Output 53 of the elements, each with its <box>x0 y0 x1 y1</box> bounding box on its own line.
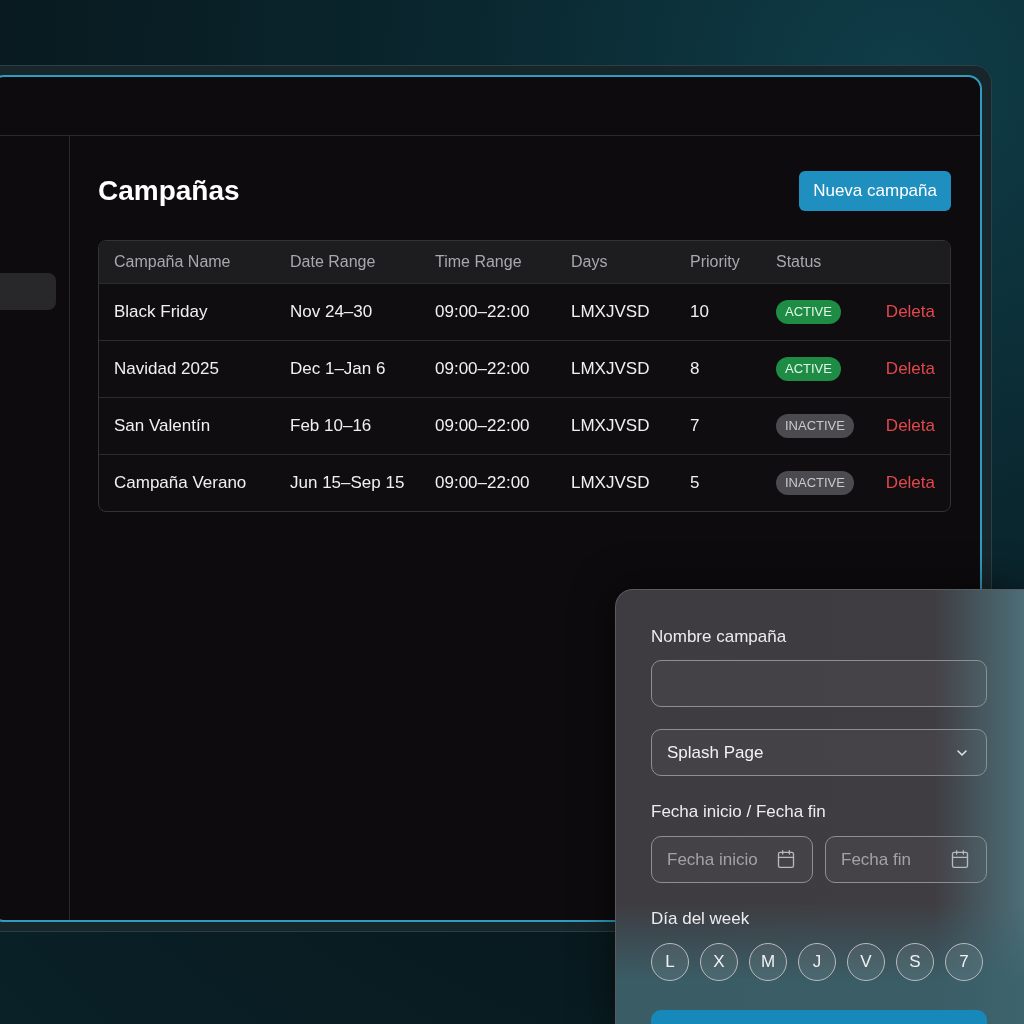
column-header: Status <box>776 252 822 272</box>
table-cell-text: Feb 10–16 <box>290 415 372 438</box>
new-campaign-button[interactable]: Nueva campaña <box>799 171 951 211</box>
delete-link[interactable]: Deleta <box>885 356 935 382</box>
date-field[interactable]: Fecha fin <box>825 836 987 883</box>
day-toggle[interactable]: V <box>847 943 885 981</box>
field-label: Día del week <box>651 909 750 929</box>
table-cell-text: LMXJVSD <box>571 415 650 438</box>
status-badge: INACTIVE <box>776 414 854 438</box>
column-header: Time Range <box>435 252 522 272</box>
table-cell-text: Campaña Verano <box>114 472 247 495</box>
status-badge: ACTIVE <box>776 357 841 381</box>
table-cell-text: 8 <box>690 358 700 381</box>
day-toggle[interactable]: X <box>700 943 738 981</box>
table-cell-text: 5 <box>690 472 700 495</box>
table-cell-text: Navidad 2025 <box>114 358 219 381</box>
delete-link[interactable]: Deleta <box>885 470 935 496</box>
day-toggle[interactable]: S <box>896 943 934 981</box>
select-field[interactable]: Splash Page <box>651 729 987 776</box>
table-cell-text: Dec 1–Jan 6 <box>290 358 386 381</box>
field-label: Fecha inicio / Fecha fin <box>651 802 826 822</box>
date-field[interactable]: Fecha inicio <box>651 836 813 883</box>
day-toggle[interactable]: 7 <box>945 943 983 981</box>
table-cell-text: LMXJVSD <box>571 301 650 324</box>
table-cell-text: San Valentín <box>114 415 211 438</box>
text-field[interactable] <box>651 660 987 707</box>
day-toggle[interactable]: J <box>798 943 836 981</box>
table-cell-text: 10 <box>690 301 709 324</box>
table-cell-text: LMXJVSD <box>571 358 650 381</box>
day-toggle[interactable]: M <box>749 943 787 981</box>
calendar-icon <box>950 849 970 869</box>
column-header: Priority <box>690 252 740 272</box>
sidebar-item[interactable] <box>0 273 56 310</box>
table-cell-text: 7 <box>690 415 700 438</box>
table-cell-text: Nov 24–30 <box>290 301 373 324</box>
table-cell-text: 09:00–22:00 <box>435 358 530 381</box>
calendar-icon <box>776 849 796 869</box>
status-badge: ACTIVE <box>776 300 841 324</box>
status-badge: INACTIVE <box>776 471 854 495</box>
table-cell-text: 09:00–22:00 <box>435 472 530 495</box>
column-header: Date Range <box>290 252 376 272</box>
field-label: Nombre campaña <box>651 627 787 647</box>
column-header: Days <box>571 252 608 272</box>
table-cell-text: Black Friday <box>114 301 208 324</box>
day-toggle[interactable]: L <box>651 943 689 981</box>
page-title: Campañas <box>98 177 240 205</box>
table-cell-text: Jun 15–Sep 15 <box>290 472 405 495</box>
table-cell-text: 09:00–22:00 <box>435 415 530 438</box>
delete-link[interactable]: Deleta <box>885 299 935 325</box>
column-header: Campaña Name <box>114 252 231 272</box>
table-cell-text: 09:00–22:00 <box>435 301 530 324</box>
delete-link[interactable]: Deleta <box>885 413 935 439</box>
table-cell-text: LMXJVSD <box>571 472 650 495</box>
